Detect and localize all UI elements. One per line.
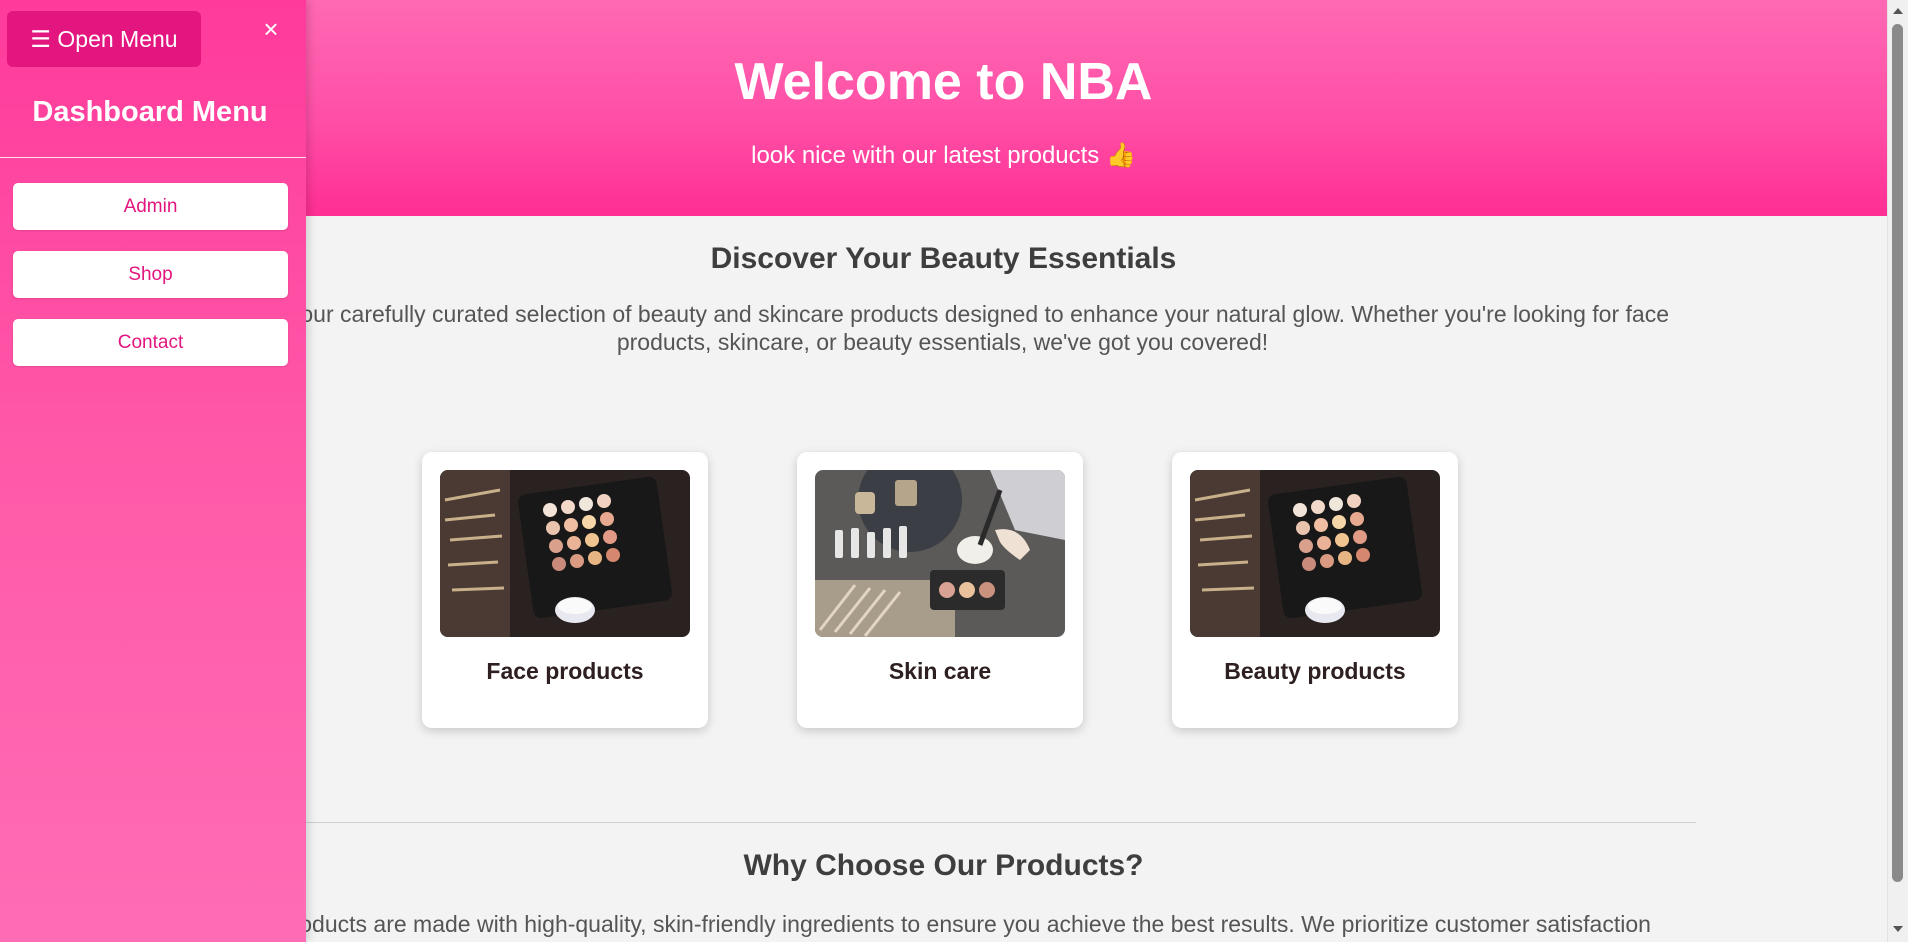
close-icon[interactable]: ×	[258, 14, 284, 44]
card-label: Skin care	[888, 658, 992, 684]
open-menu-button[interactable]: ☰ Open Menu	[7, 11, 201, 67]
sidebar-item-admin[interactable]: Admin	[13, 183, 288, 230]
vertical-scrollbar[interactable]	[1887, 0, 1908, 942]
card-face-products[interactable]: Face products	[422, 452, 708, 728]
skincare-brushes-image	[815, 470, 1065, 637]
sidebar-divider	[0, 157, 306, 158]
card-label: Face products	[486, 658, 644, 684]
sidebar-item-shop[interactable]: Shop	[13, 251, 288, 298]
makeup-palette-image	[440, 470, 690, 637]
scroll-thumb[interactable]	[1892, 24, 1903, 882]
sidebar-title: Dashboard Menu	[32, 96, 268, 128]
card-label: Beauty products	[1224, 658, 1406, 684]
card-skin-care[interactable]: Skin care	[797, 452, 1083, 728]
scroll-down-arrow-icon[interactable]	[1893, 926, 1903, 932]
section-divider	[298, 822, 1696, 823]
sidebar-item-contact[interactable]: Contact	[13, 319, 288, 366]
card-beauty-products[interactable]: Beauty products	[1172, 452, 1458, 728]
section-text-why: Our products are made with high-quality,…	[234, 911, 1651, 937]
dashboard-sidebar: ☰ Open Menu × Dashboard Menu Admin Shop …	[0, 0, 306, 942]
makeup-palette-image	[1190, 470, 1440, 637]
scroll-up-arrow-icon[interactable]	[1893, 8, 1903, 14]
section-text-discover: Explore our carefully curated selection …	[216, 301, 1669, 355]
